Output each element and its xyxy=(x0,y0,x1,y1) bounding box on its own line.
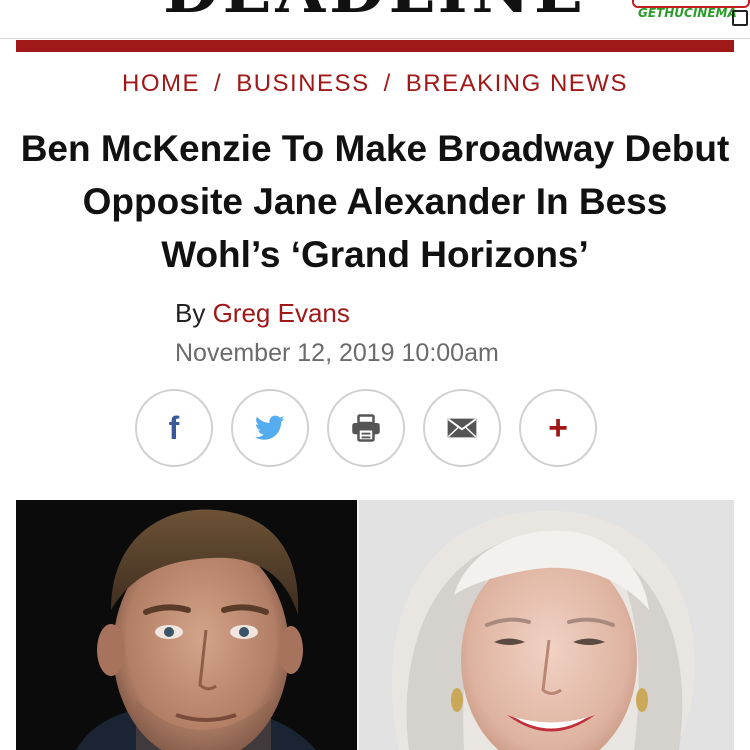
breadcrumb-breaking-news[interactable]: BREAKING NEWS xyxy=(406,70,628,97)
breadcrumb: HOME / BUSINESS / BREAKING NEWS xyxy=(0,70,750,98)
facebook-icon: f xyxy=(168,409,180,446)
watermark: GETHUCINEMA xyxy=(632,0,750,30)
print-icon xyxy=(352,414,380,442)
watermark-text: GETHUCINEMA xyxy=(638,6,737,20)
brand-bar xyxy=(16,40,734,52)
photo-ben-mckenzie xyxy=(16,500,357,750)
byline-prefix: By xyxy=(175,298,206,328)
breadcrumb-separator: / xyxy=(214,70,223,97)
share-email-button[interactable] xyxy=(423,389,501,467)
share-more-button[interactable]: + xyxy=(519,389,597,467)
breadcrumb-separator: / xyxy=(383,70,392,97)
portrait-man-image xyxy=(16,500,357,750)
twitter-icon xyxy=(255,415,285,440)
film-reel-icon xyxy=(732,10,748,26)
publish-date: November 12, 2019 10:00am xyxy=(175,339,499,367)
share-facebook-button[interactable]: f xyxy=(135,389,213,467)
masthead-divider xyxy=(0,38,750,39)
masthead: DEADLINE GETHUCINEMA xyxy=(0,0,750,38)
plus-icon: + xyxy=(548,409,568,447)
breadcrumb-home[interactable]: HOME xyxy=(122,70,200,97)
breadcrumb-business[interactable]: BUSINESS xyxy=(236,70,369,97)
share-twitter-button[interactable] xyxy=(231,389,309,467)
author-link[interactable]: Greg Evans xyxy=(213,298,350,328)
portrait-woman-image xyxy=(359,500,734,750)
photo-jane-alexander xyxy=(359,500,734,750)
email-icon xyxy=(447,418,477,438)
article-headline: Ben McKenzie To Make Broadway Debut Oppo… xyxy=(20,128,730,275)
print-button[interactable] xyxy=(327,389,405,467)
byline: By Greg Evans xyxy=(175,298,350,329)
